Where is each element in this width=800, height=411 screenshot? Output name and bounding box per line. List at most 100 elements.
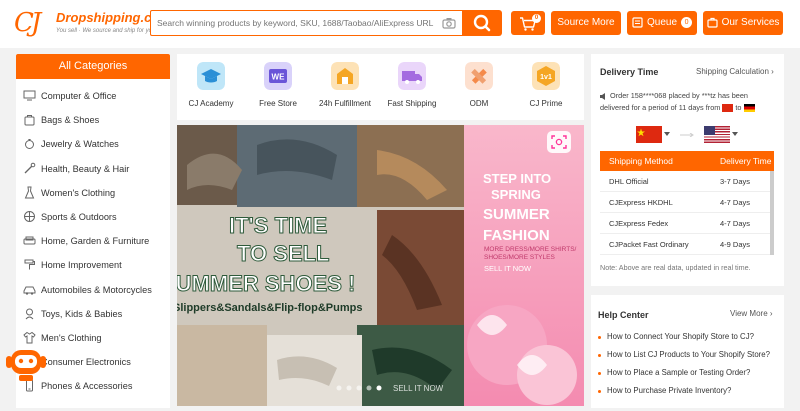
logo[interactable]: CJ Dropshipping.com You sell · We source… (14, 8, 171, 42)
feature-label: 24h Fulfillment (318, 99, 372, 108)
method-cell: CJExpress Fedex (609, 219, 669, 228)
feature-odm[interactable]: ODM (446, 54, 512, 120)
category-item[interactable]: Automobiles & Motorcycles (16, 280, 170, 300)
banner-artwork: IT'S TIME TO SELL SUMMER SHOES ! Slipper… (177, 125, 584, 406)
table-row: CJPacket Fast Ordinary 4-9 Days (600, 234, 774, 255)
chat-robot-icon[interactable] (4, 344, 48, 382)
cart-count-badge: 0 (532, 14, 541, 23)
feature-cj-academy[interactable]: CJ Academy (178, 54, 244, 120)
category-item[interactable]: Bags & Shoes (16, 110, 170, 130)
banner-headline-2: TO SELL (237, 241, 330, 266)
banner-bottom-cta: SELL IT NOW (393, 384, 444, 393)
category-item[interactable]: Sports & Outdoors (16, 207, 170, 227)
camera-search-icon[interactable] (442, 17, 456, 29)
feature-fast-shipping[interactable]: Fast Shipping (379, 54, 445, 120)
all-categories-header[interactable]: All Categories (16, 54, 170, 79)
to-text: to (735, 103, 742, 112)
speaker-icon (600, 92, 605, 100)
caret-down-icon[interactable] (732, 132, 738, 136)
banner-headline-1: IT'S TIME (229, 213, 327, 238)
cart-button[interactable]: 0 (511, 11, 545, 35)
category-item[interactable]: Women's Clothing (16, 183, 170, 203)
feature-cj-prime[interactable]: 1v1 CJ Prime (513, 54, 579, 120)
bullet (598, 372, 601, 375)
banner-right-headline-1: STEP INTO (483, 171, 551, 186)
category-item[interactable]: Home Improvement (16, 255, 170, 275)
search-input[interactable] (157, 11, 437, 35)
category-label: Bags & Shoes (41, 115, 100, 126)
search-box (150, 10, 462, 36)
our-services-label: Our Services (721, 17, 780, 28)
help-link[interactable]: How to List CJ Products to Your Shopify … (607, 350, 770, 359)
order-delivery-text: Order 158****068 placed by ***tz has bee… (600, 90, 776, 114)
warehouse-icon (331, 62, 359, 90)
banner-right-sub-2: SHOES/MORE STYLES (484, 254, 555, 261)
category-label: Automobiles & Motorcycles (41, 284, 152, 295)
category-label: Toys, Kids & Babies (41, 308, 123, 319)
bag-icon (24, 115, 35, 126)
truck-icon (398, 62, 426, 90)
roller-icon (24, 259, 35, 270)
view-more-link[interactable]: View More › (730, 309, 773, 318)
caret-down-icon[interactable] (664, 132, 670, 136)
banner-right-cta: SELL IT NOW (484, 264, 532, 273)
category-item[interactable]: Toys, Kids & Babies (16, 304, 170, 324)
ring-icon (25, 139, 34, 150)
brush-icon (24, 162, 36, 174)
time-cell: 4-9 Days (720, 240, 751, 249)
col-shipping-method: Shipping Method (609, 156, 673, 166)
category-item[interactable]: Health, Beauty & Hair (16, 159, 170, 179)
real-data-note: Note: Above are real data, updated in re… (600, 263, 751, 272)
search-button[interactable] (462, 10, 502, 36)
table-row: CJExpress HKDHL 4-7 Days (600, 192, 774, 213)
category-item[interactable]: Computer & Office (16, 86, 170, 106)
computer-icon (23, 90, 36, 101)
graduation-cap-icon (197, 62, 225, 90)
feature-24h-fulfillment[interactable]: 24h Fulfillment (312, 54, 378, 120)
feature-bar: CJ Academy WE Free Store 24h Fulfillment… (177, 54, 584, 120)
services-icon (706, 17, 718, 28)
svg-text:1v1: 1v1 (540, 74, 552, 81)
promo-banner[interactable]: IT'S TIME TO SELL SUMMER SHOES ! Slipper… (177, 125, 584, 406)
bullet (598, 354, 601, 357)
logo-mark: CJ (14, 8, 41, 38)
banner-subline: Slippers&Sandals&Flip-flop&Pumps (177, 302, 362, 314)
feature-label: Free Store (259, 99, 297, 108)
queue-label: Queue (646, 17, 678, 28)
bullet (598, 390, 601, 393)
feature-free-store[interactable]: WE Free Store (245, 54, 311, 120)
dress-icon (24, 186, 35, 199)
china-flag-icon (637, 128, 645, 137)
help-link[interactable]: How to Connect Your Shopify Store to CJ? (607, 332, 754, 341)
ruler-pencil-icon (465, 62, 493, 90)
category-label: Sports & Outdoors (41, 212, 117, 222)
destination-country-select[interactable] (704, 126, 730, 143)
category-item[interactable]: Jewelry & Watches (16, 134, 170, 154)
origin-country-select[interactable] (636, 126, 662, 143)
source-more-button[interactable]: Source More (551, 11, 621, 35)
source-more-label: Source More (557, 17, 615, 28)
banner-headline-3: SUMMER SHOES ! (177, 271, 355, 296)
method-cell: CJExpress HKDHL (609, 198, 673, 207)
category-label: Jewelry & Watches (41, 139, 119, 150)
feature-label: ODM (469, 99, 489, 108)
scan-icon[interactable] (550, 134, 568, 150)
store-we-icon: WE (264, 62, 292, 90)
category-label: Phones & Accessories (41, 381, 133, 392)
help-link[interactable]: How to Place a Sample or Testing Order? (607, 368, 750, 377)
table-row: DHL Official 3-7 Days (600, 171, 774, 192)
help-link[interactable]: How to Purchase Private Inventory? (607, 386, 731, 395)
table-scrollbar[interactable] (770, 171, 774, 255)
shipping-calculation-label: Shipping Calculation (696, 67, 769, 76)
category-label: Health, Beauty & Hair (41, 163, 130, 174)
shipping-calculation-link[interactable]: Shipping Calculation › (696, 67, 774, 76)
col-delivery-time: Delivery Time (720, 156, 772, 166)
us-flag-canton (704, 126, 715, 135)
time-cell: 4-7 Days (720, 219, 751, 228)
feature-label: CJ Prime (529, 99, 563, 108)
queue-button[interactable]: Queue 0 (627, 11, 697, 35)
category-item[interactable]: Home, Garden & Furniture (16, 231, 170, 251)
time-cell: 3-7 Days (720, 177, 751, 186)
category-label: Women's Clothing (41, 187, 116, 198)
our-services-button[interactable]: Our Services (703, 11, 783, 35)
